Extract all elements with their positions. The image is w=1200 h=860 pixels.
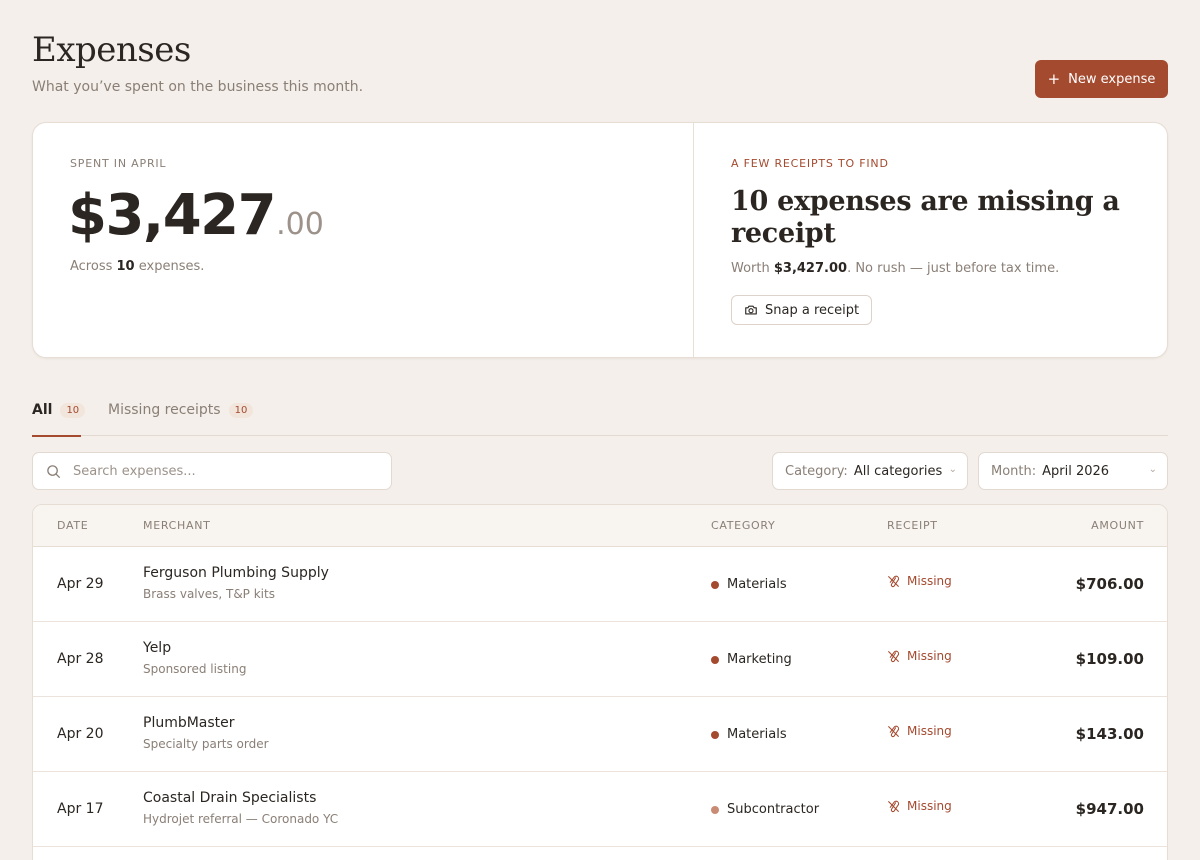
row-merchant: Yelp bbox=[143, 640, 172, 656]
row-date: Apr 20 bbox=[57, 726, 104, 742]
missing-amount: $3,427.00 bbox=[773, 261, 848, 276]
spent-dollars: $3,427 bbox=[68, 183, 277, 248]
snap-receipt-label: Snap a receipt bbox=[765, 302, 860, 318]
row-note: Brass valves, T&P kits bbox=[143, 587, 275, 601]
row-date: Apr 17 bbox=[57, 801, 104, 817]
row-note: Sponsored listing bbox=[143, 662, 247, 676]
page-subtitle: What you’ve spent on the business this m… bbox=[32, 79, 364, 95]
summary-card: SPENT IN APRIL $3,427 .00 Across 10 expe… bbox=[32, 122, 1168, 358]
row-merchant: Coastal Drain Specialists bbox=[143, 790, 317, 806]
column-header-date[interactable]: DATE bbox=[57, 519, 88, 532]
row-category-label: Materials bbox=[727, 577, 787, 592]
search-box bbox=[32, 452, 392, 490]
missing-title: 10 expenses are missing a receipt bbox=[731, 186, 1120, 249]
column-header-receipt[interactable]: RECEIPT bbox=[887, 519, 938, 532]
spent-caption-prefix: Across bbox=[70, 259, 117, 274]
summary-divider bbox=[693, 123, 694, 357]
camera-icon bbox=[745, 305, 757, 315]
tab-missing-label: Missing receipts bbox=[108, 402, 221, 418]
tab-all[interactable]: All 10 bbox=[32, 402, 86, 437]
table-row[interactable]: Apr 17 Coastal Drain Specialists Hydroje… bbox=[33, 772, 1167, 847]
snap-receipt-button[interactable]: Snap a receipt bbox=[731, 295, 873, 325]
tab-all-count: 10 bbox=[60, 403, 86, 418]
month-select[interactable]: Month: April 2026 ⌄ bbox=[978, 452, 1168, 490]
table-row[interactable]: Apr 28 Yelp Sponsored listing Marketing … bbox=[33, 622, 1167, 697]
receipt-missing-link[interactable]: Missing bbox=[887, 649, 952, 663]
row-merchant: PlumbMaster bbox=[143, 715, 235, 731]
category-select-label: Category: bbox=[785, 463, 848, 479]
category-dot bbox=[711, 580, 719, 589]
row-category: Subcontractor bbox=[711, 802, 819, 817]
category-dot bbox=[711, 805, 719, 814]
row-category-label: Materials bbox=[727, 727, 787, 742]
month-select-label: Month: bbox=[991, 463, 1037, 479]
category-dot bbox=[711, 655, 719, 664]
search-icon bbox=[47, 464, 60, 478]
receipt-off-icon bbox=[888, 800, 900, 812]
column-header-amount[interactable]: AMOUNT bbox=[1091, 519, 1144, 532]
receipt-off-icon bbox=[888, 725, 900, 737]
expenses-table: DATE MERCHANT CATEGORY RECEIPT AMOUNT Ap… bbox=[32, 504, 1168, 860]
row-amount: $947.00 bbox=[1075, 800, 1144, 818]
column-header-category[interactable]: CATEGORY bbox=[711, 519, 775, 532]
chevron-down-icon: ⌄ bbox=[948, 464, 957, 475]
row-amount: $706.00 bbox=[1075, 575, 1144, 593]
tab-missing-receipts[interactable]: Missing receipts 10 bbox=[108, 402, 254, 436]
row-category-label: Subcontractor bbox=[727, 802, 820, 817]
missing-caption-suffix: . No rush — just before tax time. bbox=[847, 261, 1060, 276]
receipt-off-icon bbox=[888, 650, 900, 662]
receipt-status: Missing bbox=[907, 574, 952, 588]
receipt-status: Missing bbox=[907, 799, 952, 813]
search-input[interactable] bbox=[73, 463, 363, 479]
row-amount: $109.00 bbox=[1075, 650, 1144, 668]
chevron-down-icon: ⌄ bbox=[1148, 464, 1157, 475]
month-select-value: April 2026 bbox=[1042, 463, 1110, 479]
row-category: Materials bbox=[711, 577, 787, 592]
spent-caption-suffix: expenses. bbox=[134, 259, 205, 274]
row-note: Specialty parts order bbox=[143, 737, 269, 751]
spent-total: $3,427 .00 bbox=[68, 183, 324, 248]
receipt-missing-link[interactable]: Missing bbox=[887, 724, 952, 738]
new-expense-button[interactable]: + New expense bbox=[1035, 60, 1168, 98]
row-merchant: Ferguson Plumbing Supply bbox=[143, 565, 329, 581]
receipt-status: Missing bbox=[907, 724, 952, 738]
table-row[interactable]: Apr 29 Ferguson Plumbing Supply Brass va… bbox=[33, 547, 1167, 622]
new-expense-label: New expense bbox=[1068, 71, 1156, 87]
spent-caption: Across 10 expenses. bbox=[70, 259, 204, 274]
row-category: Materials bbox=[711, 727, 787, 742]
row-amount: $143.00 bbox=[1075, 725, 1144, 743]
spent-cents: .00 bbox=[276, 207, 324, 242]
tab-missing-count: 10 bbox=[228, 403, 254, 418]
table-header: DATE MERCHANT CATEGORY RECEIPT AMOUNT bbox=[33, 505, 1167, 547]
category-select[interactable]: Category: All categories ⌄ bbox=[772, 452, 968, 490]
row-note: Hydrojet referral — Coronado YC bbox=[143, 812, 339, 826]
tab-bar: All 10 Missing receipts 10 bbox=[32, 396, 1168, 437]
missing-eyebrow: A FEW RECEIPTS TO FIND bbox=[731, 157, 889, 170]
plus-icon: + bbox=[1047, 69, 1061, 88]
tab-all-label: All bbox=[32, 402, 53, 418]
receipt-missing-link[interactable]: Missing bbox=[887, 799, 952, 813]
column-header-merchant[interactable]: MERCHANT bbox=[143, 519, 211, 532]
spent-eyebrow: SPENT IN APRIL bbox=[70, 157, 167, 170]
receipt-off-icon bbox=[888, 575, 900, 587]
row-category-label: Marketing bbox=[727, 652, 792, 667]
row-category: Marketing bbox=[711, 652, 792, 667]
receipt-missing-link[interactable]: Missing bbox=[887, 574, 952, 588]
missing-caption-prefix: Worth bbox=[731, 261, 774, 276]
row-date: Apr 28 bbox=[57, 651, 104, 667]
category-dot bbox=[711, 730, 719, 739]
row-date: Apr 29 bbox=[57, 576, 104, 592]
category-select-value: All categories bbox=[853, 463, 943, 479]
page-title: Expenses bbox=[32, 30, 191, 70]
receipt-status: Missing bbox=[907, 649, 952, 663]
missing-caption: Worth $3,427.00. No rush — just before t… bbox=[731, 261, 1059, 276]
table-row[interactable]: Apr 20 PlumbMaster Specialty parts order… bbox=[33, 697, 1167, 772]
expense-count: 10 bbox=[116, 259, 135, 274]
